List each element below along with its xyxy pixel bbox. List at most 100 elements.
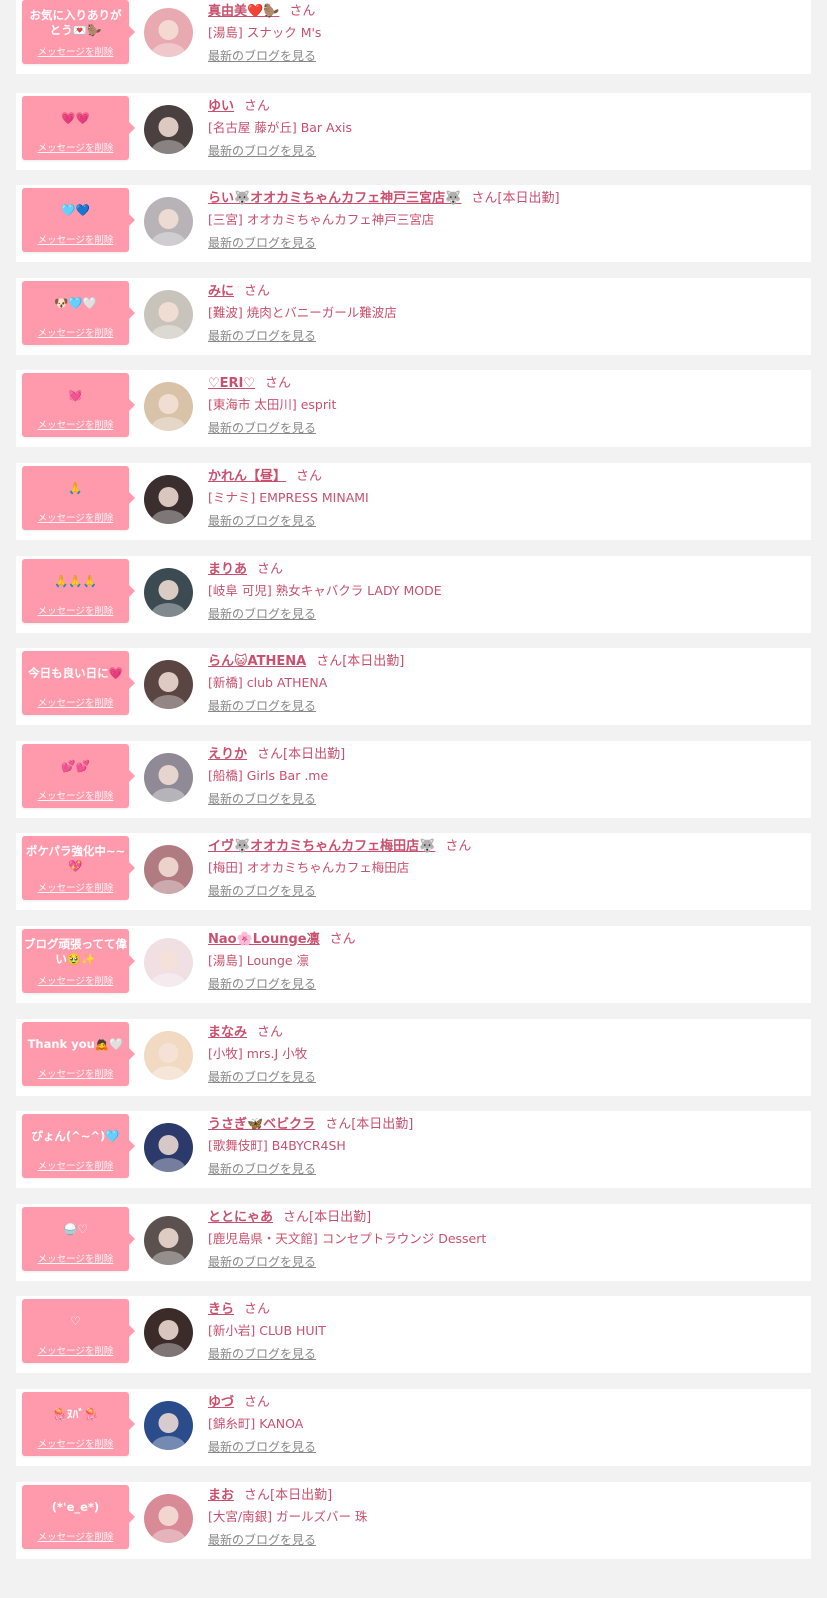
cast-name-link[interactable]: ゆい (208, 99, 234, 114)
cast-name-link[interactable]: まなみ (208, 1025, 247, 1040)
latest-blog-link[interactable]: 最新のブログを見る (208, 882, 316, 899)
delete-message-link[interactable]: メッセージを削除 (22, 1066, 129, 1080)
cast-name-link[interactable]: Nao🌸Lounge凛 (208, 932, 320, 947)
cast-name-link[interactable]: イヴ🐺オオカミちゃんカフェ梅田店🐺 (208, 839, 435, 854)
avatar[interactable] (144, 382, 193, 432)
avatar[interactable] (144, 475, 193, 524)
latest-blog-link[interactable]: 最新のブログを見る (208, 234, 316, 251)
name-line: ゆづ さん (208, 1393, 801, 1413)
message-bubble: 🙏🙏🙏 メッセージを削除 (22, 558, 135, 623)
shop-label: [ミナミ] EMPRESS MINAMI (208, 490, 369, 505)
cast-name-link[interactable]: ♡ERI♡ (208, 376, 255, 391)
latest-blog-link[interactable]: 最新のブログを見る (208, 327, 316, 344)
avatar[interactable] (144, 752, 193, 802)
message-bubble: ブログ頑張ってて偉い🥹✨ メッセージを削除 (22, 929, 135, 993)
cast-name-link[interactable]: ゆづ (208, 1395, 234, 1410)
cast-name-link[interactable]: まお (208, 1488, 234, 1503)
cast-name-link[interactable]: きら (208, 1302, 234, 1317)
cast-name-link[interactable]: 真由美❤️🦫 (208, 4, 279, 19)
profile-info: ゆづ さん [錦糸町] KANOA 最新のブログを見る (208, 1393, 801, 1455)
cast-name-link[interactable]: まりあ (208, 562, 247, 577)
message-card: (*'e_e*) メッセージを削除 まお さん[本日出勤] [大宮/南銀] ガールズバー… (16, 1481, 811, 1559)
latest-blog-link[interactable]: 最新のブログを見る (208, 1345, 316, 1362)
honorific-label: さん (244, 283, 271, 299)
delete-message-link[interactable]: メッセージを削除 (22, 1436, 129, 1450)
message-bubble: Thank you🙇🤍 メッセージを削除 (22, 1021, 135, 1086)
delete-message-link[interactable]: メッセージを削除 (22, 1529, 129, 1543)
avatar[interactable] (144, 1215, 193, 1265)
delete-message-link[interactable]: メッセージを削除 (22, 603, 129, 617)
avatar[interactable] (144, 197, 193, 247)
profile-info: ととにゃあ さん[本日出勤] [鹿児島県・天文館] コンセプトラウンジ Desser… (208, 1208, 801, 1270)
delete-message-link[interactable]: メッセージを削除 (22, 973, 129, 987)
avatar[interactable] (144, 1030, 193, 1080)
latest-blog-link[interactable]: 最新のブログを見る (208, 1068, 316, 1085)
latest-blog-link[interactable]: 最新のブログを見る (208, 142, 316, 159)
honorific-label: さん (296, 469, 323, 484)
avatar[interactable] (144, 938, 193, 987)
profile-info: まなみ さん [小牧] mrs.J 小牧 最新のブログを見る (208, 1023, 801, 1085)
avatar-photo (144, 475, 193, 524)
avatar[interactable] (144, 1308, 193, 1358)
avatar[interactable] (144, 660, 193, 710)
avatar[interactable] (144, 1123, 193, 1173)
cast-name-link[interactable]: うさぎ🦋ベビクラ (208, 1117, 315, 1132)
latest-blog-link[interactable]: 最新のブログを見る (208, 1160, 316, 1177)
avatar-photo (144, 845, 193, 895)
delete-message-link[interactable]: メッセージを削除 (22, 1158, 129, 1172)
avatar[interactable] (144, 567, 193, 617)
name-line: ♡ERI♡ さん (208, 374, 801, 394)
latest-blog-link[interactable]: 最新のブログを見る (208, 790, 316, 807)
delete-message-link[interactable]: メッセージを削除 (22, 880, 129, 894)
delete-message-link[interactable]: メッセージを削除 (22, 417, 129, 431)
latest-blog-link[interactable]: 最新のブログを見る (208, 605, 316, 622)
delete-message-link[interactable]: メッセージを削除 (22, 695, 129, 709)
cast-name-link[interactable]: えりか (208, 747, 247, 762)
delete-message-link[interactable]: メッセージを削除 (22, 325, 129, 339)
message-text: 🐶🩵🤍 (54, 295, 97, 310)
avatar[interactable] (144, 845, 193, 895)
delete-message-link[interactable]: メッセージを削除 (22, 44, 129, 58)
latest-blog-link[interactable]: 最新のブログを見る (208, 1438, 316, 1455)
honorific-label: さん (329, 932, 356, 947)
delete-message-link[interactable]: メッセージを削除 (22, 140, 129, 154)
avatar-photo (144, 567, 193, 617)
avatar[interactable] (144, 1401, 193, 1450)
shop-label: [難波] 焼肉とバニーガール難波店 (208, 304, 397, 320)
latest-blog-link[interactable]: 最新のブログを見る (208, 512, 316, 529)
avatar[interactable] (144, 104, 193, 154)
cast-name-link[interactable]: かれん【昼】 (208, 469, 286, 484)
avatar[interactable] (144, 8, 193, 57)
latest-blog-link[interactable]: 最新のブログを見る (208, 975, 316, 992)
message-card: 💗💗 メッセージを削除 ゆい さん [名古屋 藤が丘] Bar Axis 最新のブログを見… (16, 92, 811, 170)
on-duty-badge: [本日出勤] (283, 746, 346, 762)
message-text: 🩵💙 (61, 203, 90, 218)
on-duty-badge: [本日出勤] (309, 1209, 372, 1225)
latest-blog-link[interactable]: 最新のブログを見る (208, 419, 316, 436)
delete-message-link[interactable]: メッセージを削除 (22, 1343, 129, 1357)
latest-blog-link[interactable]: 最新のブログを見る (208, 1253, 316, 1270)
delete-message-link[interactable]: メッセージを削除 (22, 232, 129, 246)
message-bubble: 🪼ﾇﾊﾞ🪼 メッセージを削除 (22, 1392, 135, 1456)
latest-blog-link[interactable]: 最新のブログを見る (208, 1531, 316, 1548)
cast-name-link[interactable]: みに (208, 284, 234, 299)
cast-name-link[interactable]: らん😺ATHENA (208, 654, 306, 669)
message-card: 🪼ﾇﾊﾞ🪼 メッセージを削除 ゆづ さん [錦糸町] KANOA 最新のブログを見る (16, 1389, 811, 1466)
shop-label: [歌舞伎町] B4BYCR4SH (208, 1138, 346, 1154)
honorific-label: さん (244, 1395, 271, 1410)
delete-message-link[interactable]: メッセージを削除 (22, 510, 129, 524)
avatar[interactable] (144, 289, 193, 339)
message-text: 🪼ﾇﾊﾞ🪼 (52, 1407, 99, 1421)
name-line: らん😺ATHENA さん[本日出勤] (208, 652, 801, 672)
latest-blog-link[interactable]: 最新のブログを見る (208, 47, 316, 64)
cast-name-link[interactable]: らい🐺オオカミちゃんカフェ神戸三宮店🐺 (208, 191, 461, 206)
profile-info: ゆい さん [名古屋 藤が丘] Bar Axis 最新のブログを見る (208, 97, 801, 159)
avatar[interactable] (144, 1493, 193, 1543)
cast-name-link[interactable]: ととにゃあ (208, 1210, 273, 1225)
delete-message-link[interactable]: メッセージを削除 (22, 1251, 129, 1265)
delete-message-link[interactable]: メッセージを削除 (22, 788, 129, 802)
message-card: 💕💕 メッセージを削除 えりか さん[本日出勤] [船橋] Girls Bar .me 最… (16, 740, 811, 818)
latest-blog-link[interactable]: 最新のブログを見る (208, 697, 316, 714)
avatar-photo (144, 289, 193, 339)
name-line: かれん【昼】 さん (208, 467, 801, 487)
